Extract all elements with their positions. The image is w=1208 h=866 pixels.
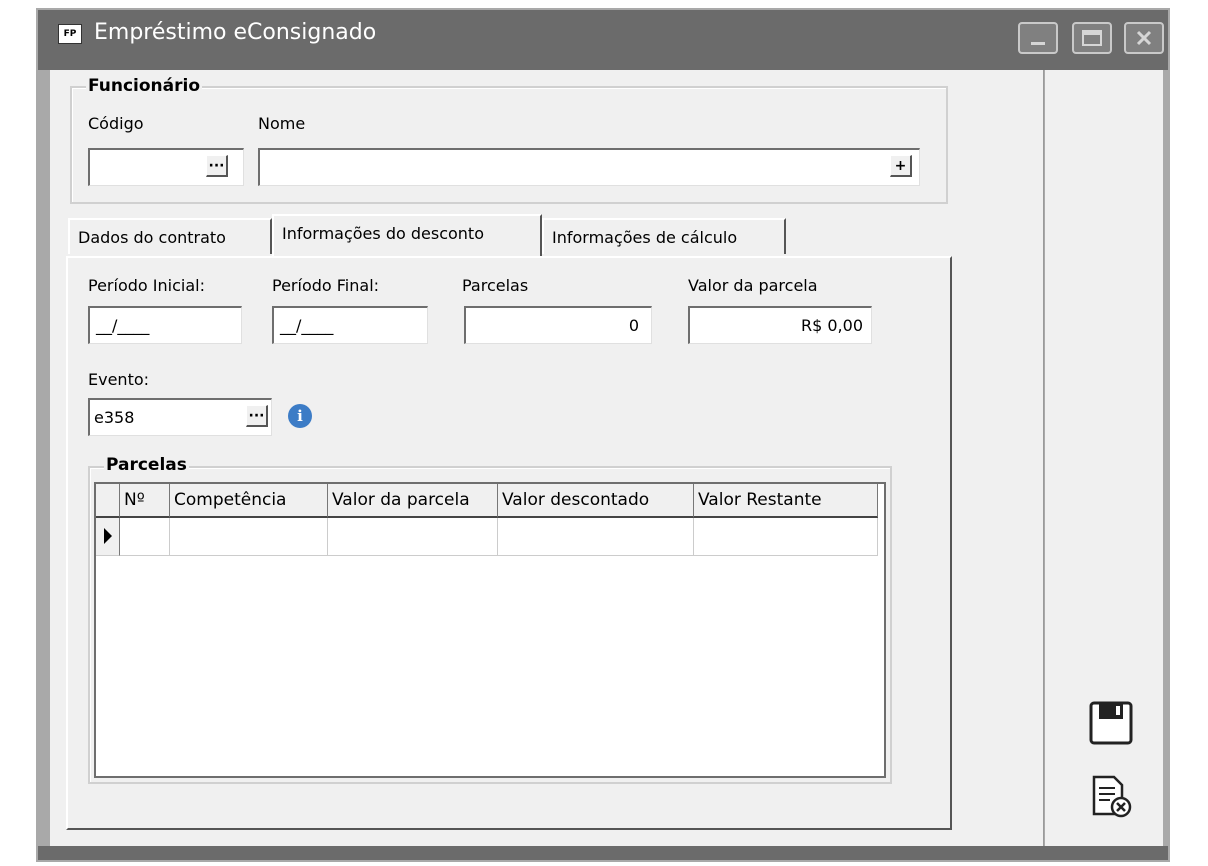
parcelas-group-label: Parcelas [104,455,189,475]
maximize-button[interactable] [1072,22,1112,54]
current-row-arrow-icon [104,528,112,544]
nome-label: Nome [258,114,306,133]
table-cell[interactable] [170,518,328,556]
table-cell[interactable] [120,518,170,556]
periodo-inicial-input[interactable]: __/____ [88,306,242,344]
minimize-button[interactable] [1018,22,1058,54]
periodo-inicial-label: Período Inicial: [88,276,205,295]
tab-informacoes-do-desconto[interactable]: Informações do desconto [272,214,542,256]
column-header-competencia[interactable]: Competência [170,484,328,518]
table-cell[interactable] [694,518,878,556]
funcionario-group-label: Funcionário [86,76,203,96]
evento-lookup-button[interactable]: ··· [246,405,268,427]
app-icon: FP [58,24,82,44]
close-button[interactable] [1124,22,1164,54]
row-indicator[interactable] [96,518,120,556]
codigo-label: Código [88,114,144,133]
tab-label: Informações de cálculo [552,228,738,247]
minimize-icon [1031,42,1045,45]
cancel-document-icon [1092,775,1132,818]
maximize-icon [1082,30,1102,46]
column-header-numero[interactable]: Nº [120,484,170,518]
tab-label: Informações do desconto [282,224,484,243]
valor-parcela-label: Valor da parcela [688,276,818,295]
codigo-lookup-button[interactable]: ··· [206,155,228,177]
table-cell[interactable] [498,518,694,556]
periodo-final-input[interactable]: __/____ [272,306,428,344]
info-icon[interactable]: i [288,404,312,428]
plus-icon: + [894,157,907,174]
ellipsis-icon: ··· [248,407,265,424]
cancel-button[interactable] [1088,774,1134,820]
parcelas-input[interactable]: 0 [464,306,652,344]
table-cell[interactable] [328,518,498,556]
valor-parcela-input[interactable]: R$ 0,00 [688,306,872,344]
parcelas-label: Parcelas [462,276,529,295]
window-title: Empréstimo eConsignado [94,20,377,45]
window-bottom-border [38,846,1168,860]
save-button[interactable] [1088,700,1134,746]
nome-add-button[interactable]: + [890,155,912,177]
ellipsis-icon: ··· [208,157,225,174]
evento-label: Evento: [88,370,150,389]
column-header-valor-descontado[interactable]: Valor descontado [498,484,694,518]
grid-corner [96,484,120,518]
periodo-final-label: Período Final: [272,276,380,295]
tab-label: Dados do contrato [78,228,226,247]
tab-dados-do-contrato[interactable]: Dados do contrato [68,218,272,254]
tab-informacoes-de-calculo[interactable]: Informações de cálculo [542,218,786,254]
funcionario-group [70,86,948,204]
column-header-valor-parcela[interactable]: Valor da parcela [328,484,498,518]
nome-input[interactable] [258,148,920,186]
column-header-valor-restante[interactable]: Valor Restante [694,484,878,518]
save-icon [1089,701,1133,745]
evento-input[interactable]: e358 [88,398,272,436]
close-icon [1136,30,1152,46]
